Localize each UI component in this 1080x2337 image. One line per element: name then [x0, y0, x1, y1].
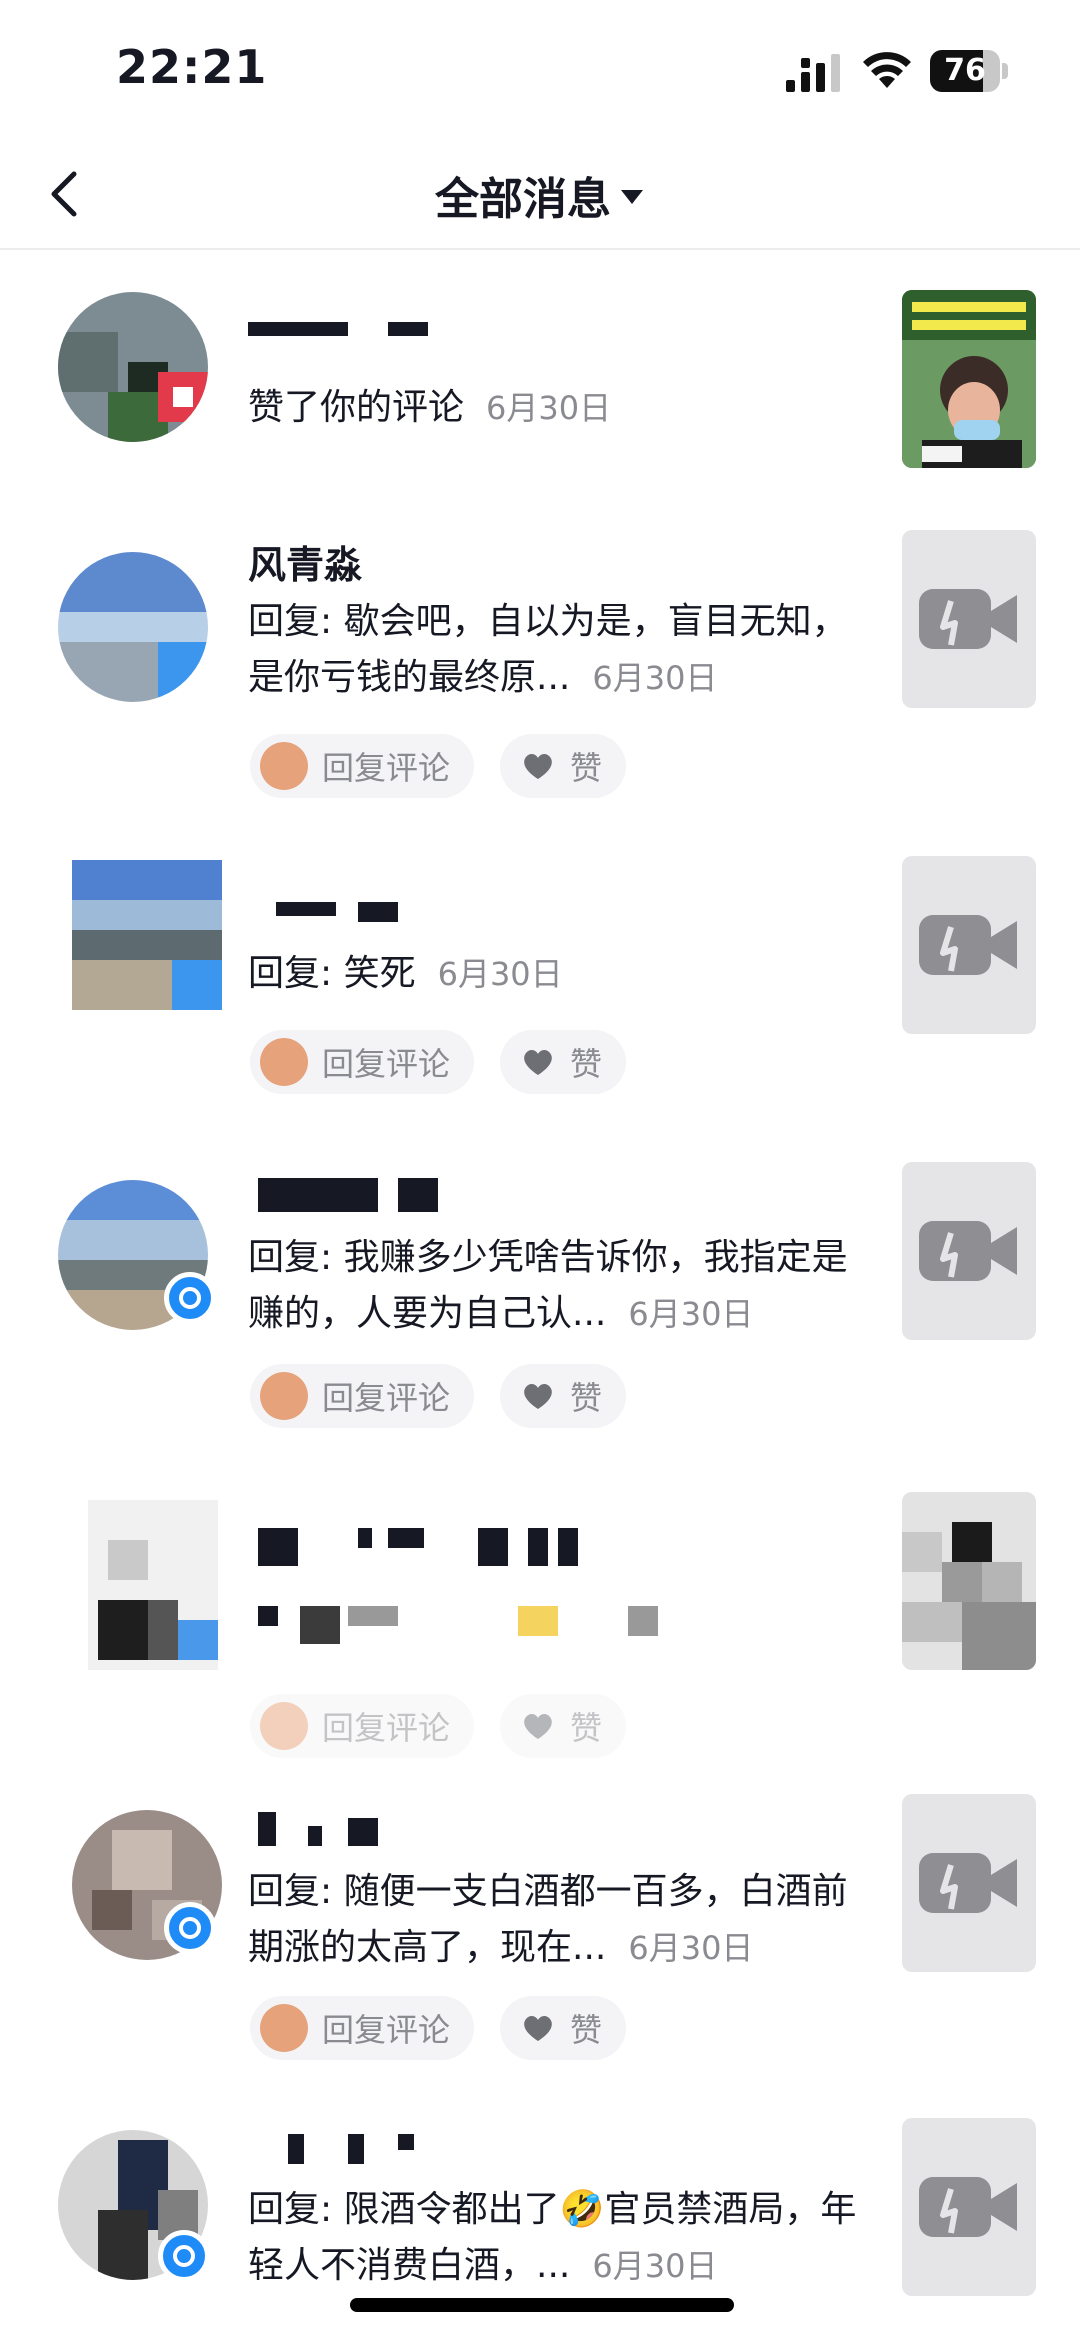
- status-time: 22:21: [116, 40, 268, 94]
- heart-icon: [524, 2016, 552, 2041]
- username: 风青淼: [248, 543, 363, 587]
- message-text: 回复: 歇会吧，自以为是，盲目无知，是你亏钱的最终原... 6月30日: [248, 601, 848, 698]
- like-button[interactable]: 赞: [500, 1694, 627, 1758]
- list-item[interactable]: 风青淼 回复: 歇会吧，自以为是，盲目无知，是你亏钱的最终原... 6月30日 回…: [0, 520, 1080, 810]
- video-icon: [919, 915, 1017, 975]
- reply-comment-button[interactable]: 回复评论: [250, 734, 475, 798]
- video-thumbnail[interactable]: [902, 290, 1036, 468]
- like-button[interactable]: 赞: [500, 1364, 627, 1428]
- heart-icon: [524, 754, 552, 779]
- message-date: 6月30日: [628, 1295, 754, 1333]
- status-bar: 22:21 76: [0, 0, 1080, 140]
- message-text: 回复: 限酒令都出了🤣官员禁酒局，年轻人不消费白酒，... 6月30日: [248, 2189, 857, 2286]
- video-thumbnail[interactable]: [902, 2118, 1036, 2296]
- video-thumbnail[interactable]: [902, 1794, 1036, 1972]
- wifi-icon: [863, 52, 911, 88]
- message-date: 6月30日: [486, 389, 612, 427]
- message-text: 回复: 随便一支白酒都一百多，白酒前期涨的太高了，现在... 6月30日: [248, 1871, 848, 1968]
- list-item[interactable]: 赞了你的评论 6月30日: [0, 280, 1080, 480]
- list-item[interactable]: 回复评论 赞: [0, 1480, 1080, 1780]
- reply-comment-button[interactable]: 回复评论: [250, 1364, 475, 1428]
- avatar: [260, 2004, 308, 2052]
- pixelated-photo-image: [902, 1492, 1036, 1670]
- message-date: 6月30日: [592, 2247, 718, 2285]
- reply-comment-button[interactable]: 回复评论: [250, 1030, 475, 1094]
- message-date: 6月30日: [628, 1929, 754, 1967]
- heart-icon: [524, 1384, 552, 1409]
- avatar: [260, 1372, 308, 1420]
- page-title: 全部消息: [435, 174, 611, 225]
- video-icon: [919, 589, 1017, 649]
- reply-comment-button[interactable]: 回复评论: [250, 1996, 475, 2060]
- heart-icon: [524, 1050, 552, 1075]
- video-thumbnail[interactable]: [902, 856, 1036, 1034]
- comment-badge-icon: [164, 1902, 216, 1954]
- message-text: 回复: 笑死 6月30日: [248, 953, 563, 994]
- nav-bar: 全部消息: [0, 140, 1080, 250]
- battery-level: 76: [944, 53, 986, 88]
- message-filter-dropdown[interactable]: 全部消息: [0, 140, 1080, 250]
- like-button[interactable]: 赞: [500, 1030, 627, 1094]
- avatar[interactable]: [58, 552, 208, 702]
- avatar: [260, 1038, 308, 1086]
- avatar[interactable]: [88, 1500, 218, 1670]
- like-button[interactable]: 赞: [500, 1996, 627, 2060]
- video-thumbnail[interactable]: [902, 1492, 1036, 1670]
- home-indicator[interactable]: [350, 2298, 734, 2312]
- video-icon: [919, 1221, 1017, 1281]
- video-icon: [919, 1853, 1017, 1913]
- heart-icon: [524, 1714, 552, 1739]
- reply-comment-button[interactable]: 回复评论: [250, 1694, 475, 1758]
- video-thumbnail[interactable]: [902, 1162, 1036, 1340]
- message-text: 回复: 我赚多少凭啥告诉你，我指定是赚的，人要为自己认... 6月30日: [248, 1237, 848, 1334]
- video-thumbnail[interactable]: [902, 530, 1036, 708]
- avatar[interactable]: [72, 860, 222, 1010]
- video-icon: [919, 2177, 1017, 2237]
- caret-down-icon: [621, 190, 643, 204]
- avatar: [260, 742, 308, 790]
- avatar: [260, 1702, 308, 1750]
- comment-badge-icon: [158, 2230, 210, 2282]
- video-frame-image: [902, 290, 1036, 468]
- cellular-signal-icon: [786, 54, 840, 92]
- message-date: 6月30日: [592, 659, 718, 697]
- message-text: 赞了你的评论 6月30日: [248, 387, 612, 428]
- list-item[interactable]: 回复: 我赚多少凭啥告诉你，我指定是赚的，人要为自己认... 6月30日 回复评论…: [0, 1150, 1080, 1450]
- message-date: 6月30日: [437, 955, 563, 993]
- list-item[interactable]: 回复: 笑死 6月30日 回复评论 赞: [0, 840, 1080, 1120]
- comment-badge-icon: [164, 1272, 216, 1324]
- avatar[interactable]: [58, 292, 208, 442]
- like-button[interactable]: 赞: [500, 734, 627, 798]
- battery-icon: 76: [930, 50, 1008, 92]
- list-item[interactable]: 回复: 随便一支白酒都一百多，白酒前期涨的太高了，现在... 6月30日 回复评论…: [0, 1790, 1080, 2090]
